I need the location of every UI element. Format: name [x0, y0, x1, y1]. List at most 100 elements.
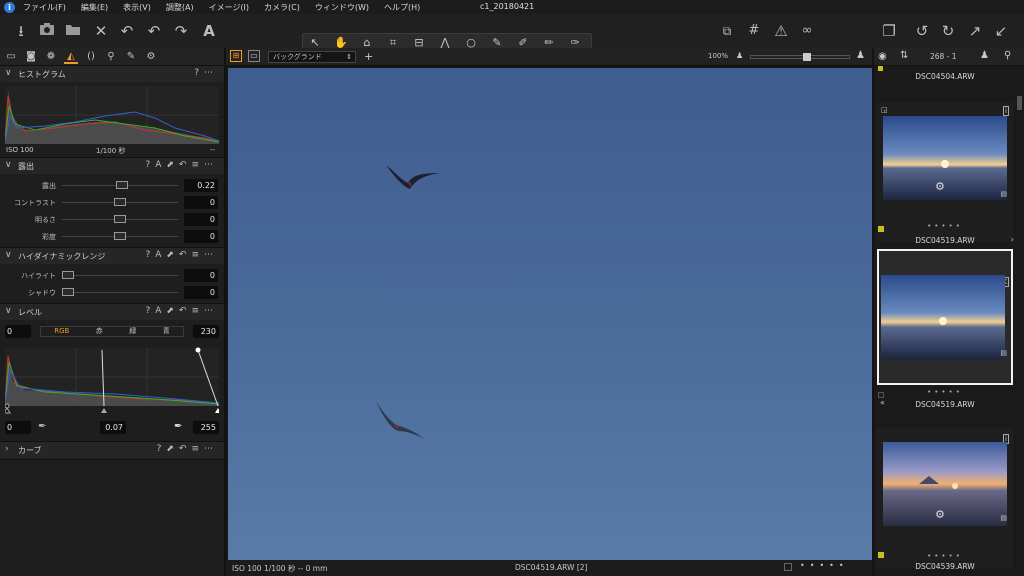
levels-input-high[interactable]: 230: [193, 325, 219, 338]
chevron-down-icon[interactable]: ∨: [5, 250, 12, 260]
menu-file[interactable]: ファイル(F): [23, 2, 66, 13]
levels-input-low[interactable]: 0: [5, 325, 31, 338]
exposure-slider-knob[interactable]: [114, 215, 126, 223]
tab-color-icon[interactable]: ❁: [44, 50, 58, 64]
search-icon[interactable]: ⚲: [1004, 50, 1011, 61]
exposure-slider-value[interactable]: 0.22: [184, 179, 218, 192]
levels-graph[interactable]: [5, 342, 219, 414]
delete-icon[interactable]: ✕: [92, 22, 110, 40]
menu-window[interactable]: ウィンドウ(W): [315, 2, 369, 13]
zoom-slider-knob[interactable]: [803, 53, 811, 61]
thumbnail-item[interactable]: i ⚙ ▤ •••••: [877, 428, 1013, 568]
sort-icon[interactable]: ⇅: [900, 50, 908, 61]
zoom-slider[interactable]: [750, 53, 850, 61]
histogram-header[interactable]: ∨ ヒストグラム ?⋯: [0, 66, 224, 82]
tab-local-adjust-icon[interactable]: ✎: [124, 50, 138, 64]
background-select[interactable]: バックグランド ⇕: [268, 51, 356, 63]
menu-camera[interactable]: カメラ(C): [264, 2, 300, 13]
windows-icon[interactable]: ❐: [880, 22, 898, 40]
hdr-slider-track[interactable]: [62, 275, 178, 276]
levels-midpoint[interactable]: 0.07: [100, 421, 126, 434]
eye-icon[interactable]: ◉: [878, 51, 887, 62]
tab-settings-icon[interactable]: ⚙: [144, 50, 158, 64]
browser-scrollbar[interactable]: [1017, 96, 1022, 110]
settings-gear-icon[interactable]: ⚙: [935, 180, 945, 193]
hdr-slider-value[interactable]: 0: [184, 269, 218, 282]
color-tag[interactable]: [878, 226, 884, 232]
zoom-level[interactable]: 100%: [708, 52, 728, 60]
levels-menu-buttons[interactable]: ?A⬈↶≡⋯: [145, 306, 218, 316]
multi-view-icon[interactable]: ⊞: [230, 50, 242, 62]
zoom-in-person-icon[interactable]: ♟: [856, 50, 865, 61]
exposure-slider-value[interactable]: 0: [184, 213, 218, 226]
curve-header[interactable]: › カーブ ?⬈↶≡⋯: [0, 442, 224, 458]
exposure-slider-value[interactable]: 0: [184, 230, 218, 243]
levels-header[interactable]: ∨ レベル ?A⬈↶≡⋯: [0, 304, 224, 320]
levels-channel-selector[interactable]: RGB 赤 緑 青: [40, 326, 184, 337]
rating-dots[interactable]: •••••: [877, 222, 1013, 230]
chevron-right-icon[interactable]: ›: [5, 444, 9, 454]
levels-output-low[interactable]: 0: [5, 421, 31, 434]
glasses-icon[interactable]: ∞: [798, 22, 816, 40]
collapse-icon[interactable]: ↙: [992, 22, 1010, 40]
undo-icon[interactable]: ↶: [145, 22, 163, 40]
thumbnail-item[interactable]: ◲ i ⚙ ▤ •••••: [877, 102, 1013, 242]
grid-icon[interactable]: #: [745, 22, 763, 40]
tab-library-icon[interactable]: ▭: [4, 50, 18, 64]
tab-lens-icon[interactable]: (): [84, 50, 98, 64]
rotate-right-icon[interactable]: ↻: [939, 22, 957, 40]
hdr-slider-track[interactable]: [62, 292, 178, 293]
rating-dots[interactable]: •••••: [877, 388, 1013, 396]
rotate-left-icon[interactable]: ↺: [913, 22, 931, 40]
channel-red[interactable]: 赤: [96, 327, 103, 336]
image-viewer[interactable]: [228, 68, 872, 560]
exposure-menu-buttons[interactable]: ?A⬈↶≡⋯: [145, 160, 218, 170]
curve-menu-buttons[interactable]: ?⬈↶≡⋯: [157, 444, 218, 454]
single-view-icon[interactable]: ▭: [248, 50, 260, 62]
zoom-out-person-icon[interactable]: ♟: [736, 51, 743, 60]
menu-help[interactable]: ヘルプ(H): [384, 2, 420, 13]
text-tool-icon[interactable]: A: [200, 22, 218, 40]
rating-dots[interactable]: •••••: [877, 552, 1013, 560]
import-icon[interactable]: ⭳: [12, 22, 30, 40]
expand-icon[interactable]: ↗: [966, 22, 984, 40]
export-icon[interactable]: [64, 22, 82, 40]
menu-adjust[interactable]: 調整(A): [166, 2, 194, 13]
settings-gear-icon[interactable]: ⚙: [935, 508, 945, 521]
hdr-slider-knob[interactable]: [62, 288, 74, 296]
add-view-icon[interactable]: +: [364, 50, 373, 63]
camera-icon[interactable]: [38, 22, 56, 40]
channel-green[interactable]: 緑: [129, 327, 136, 336]
exposure-slider-knob[interactable]: [114, 232, 126, 240]
chevron-down-icon[interactable]: ∨: [5, 160, 12, 170]
chevron-down-icon[interactable]: ∨: [5, 68, 12, 78]
color-tag[interactable]: [878, 552, 884, 558]
channel-rgb[interactable]: RGB: [54, 327, 69, 336]
tab-exposure-icon[interactable]: ◭: [64, 50, 78, 64]
menu-image[interactable]: イメージ(I): [209, 2, 249, 13]
hdr-menu-buttons[interactable]: ?A⬈↶≡⋯: [145, 250, 218, 260]
chevron-down-icon[interactable]: ›: [1011, 235, 1014, 244]
compare-icon[interactable]: ⧉: [718, 22, 736, 40]
hdr-header[interactable]: ∨ ハイダイナミックレンジ ?A⬈↶≡⋯: [0, 248, 224, 264]
black-point-picker-icon[interactable]: ✒: [38, 421, 46, 432]
tab-capture-icon[interactable]: ◙: [24, 50, 38, 64]
hdr-slider-value[interactable]: 0: [184, 286, 218, 299]
exposure-slider-value[interactable]: 0: [184, 196, 218, 209]
exposure-slider-knob[interactable]: [116, 181, 129, 189]
hdr-slider-knob[interactable]: [62, 271, 74, 279]
levels-output-high[interactable]: 255: [193, 421, 219, 434]
exposure-header[interactable]: ∨ 露出 ?A⬈↶≡⋯: [0, 158, 224, 174]
tab-details-icon[interactable]: ⚲: [104, 50, 118, 64]
chevron-down-icon[interactable]: ∨: [5, 306, 12, 316]
status-color-tag[interactable]: [784, 563, 792, 571]
exposure-slider-knob[interactable]: [114, 198, 126, 206]
status-rating-dots[interactable]: •••••: [800, 561, 849, 570]
white-point-picker-icon[interactable]: ✒: [174, 421, 182, 432]
color-tag[interactable]: [878, 66, 883, 71]
channel-blue[interactable]: 青: [163, 327, 170, 336]
menu-edit[interactable]: 編集(E): [81, 2, 108, 13]
thumbnail-item-selected[interactable]: K ▤: [877, 249, 1013, 385]
undo-all-icon[interactable]: ↶: [118, 22, 136, 40]
warning-icon[interactable]: ⚠: [772, 22, 790, 40]
